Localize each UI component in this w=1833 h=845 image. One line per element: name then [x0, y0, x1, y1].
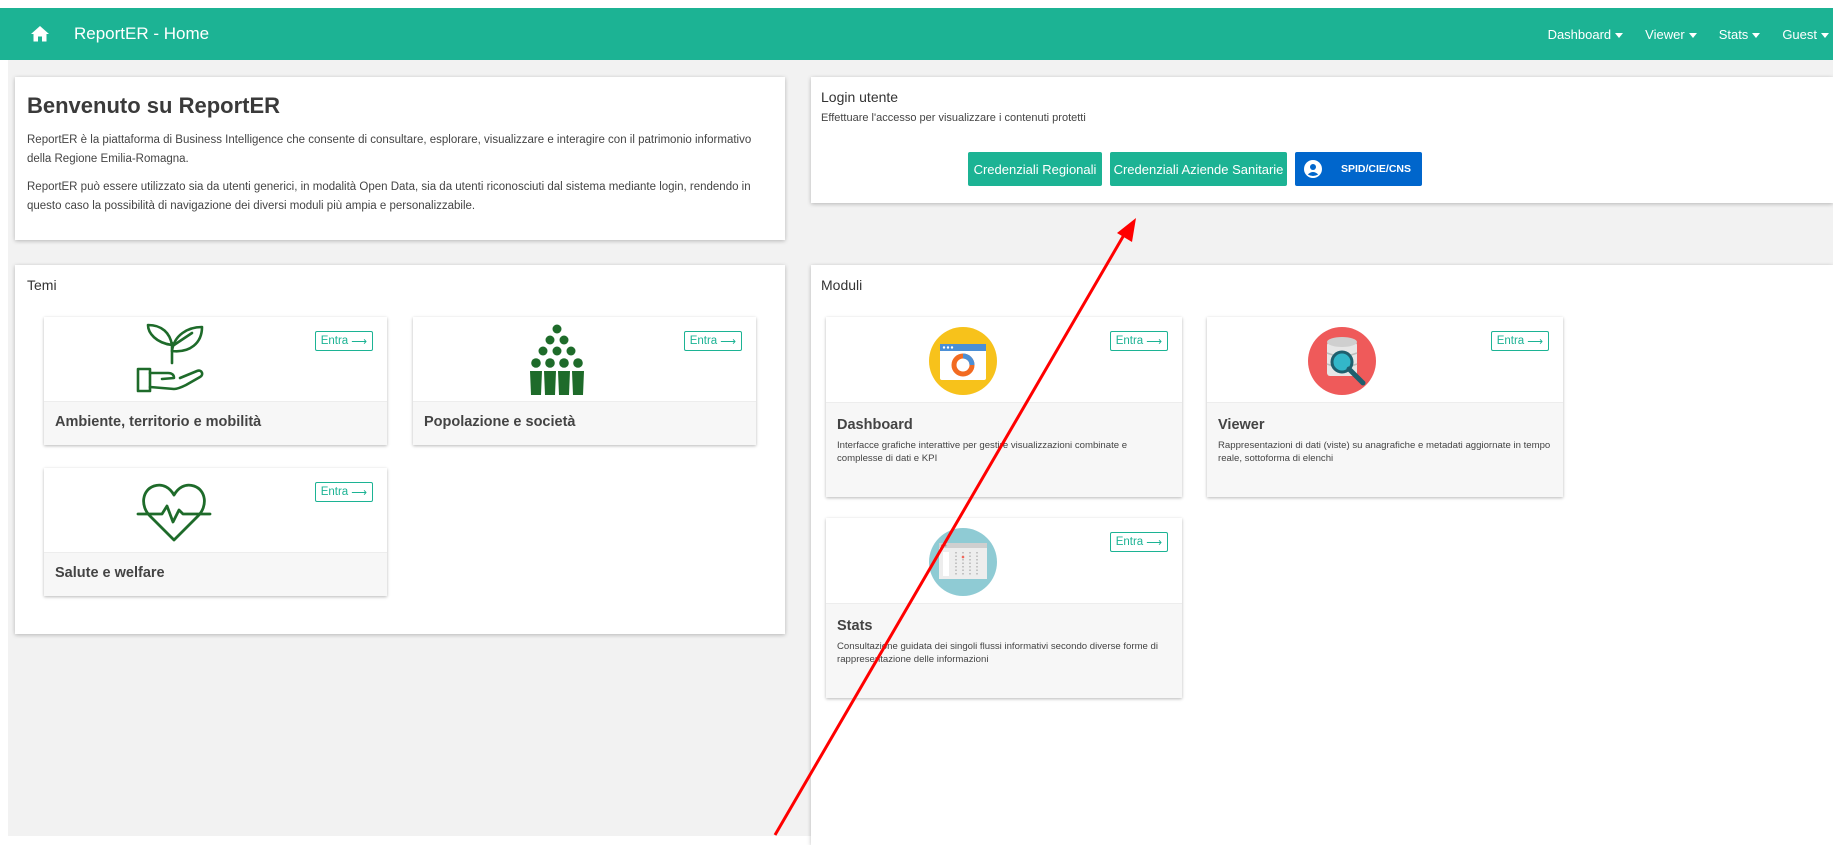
nav-guest-dropdown[interactable]: Guest — [1782, 27, 1829, 42]
card-title: Ambiente, territorio e mobilità — [55, 414, 262, 430]
entra-button[interactable]: Entra ⟶ — [314, 482, 373, 502]
button-label: Entra — [1496, 335, 1525, 347]
nav-dashboard-dropdown[interactable]: Dashboard — [1548, 27, 1624, 42]
button-label: Entra — [1115, 536, 1144, 548]
theme-card-popolazione[interactable]: Entra ⟶ Popolazione e società — [413, 317, 756, 445]
temi-title: Temi — [27, 277, 57, 293]
nav-stats-dropdown[interactable]: Stats — [1719, 27, 1761, 42]
home-icon[interactable] — [30, 24, 50, 44]
nav-menu: Dashboard Viewer Stats Guest — [1548, 8, 1833, 60]
credenziali-aziende-sanitarie-button[interactable]: Credenziali Aziende Sanitarie — [1110, 152, 1287, 186]
login-title: Login utente — [821, 89, 899, 105]
button-label: Entra — [1115, 335, 1144, 347]
card-footer: Popolazione e società — [413, 401, 756, 445]
entra-button[interactable]: Entra ⟶ — [1109, 532, 1168, 552]
moduli-title: Moduli — [821, 277, 863, 293]
nav-label: Viewer — [1645, 26, 1685, 42]
login-subtitle: Effettuare l'accesso per visualizzare i … — [821, 112, 1086, 124]
card-description: Rappresentazioni di dati (viste) su anag… — [1218, 440, 1551, 464]
welcome-paragraph-2: ReportER può essere utilizzato sia da ut… — [27, 181, 751, 212]
login-panel: Login utente Effettuare l'accesso per vi… — [811, 77, 1833, 203]
button-label: Credenziali Aziende Sanitarie — [1113, 161, 1284, 177]
people-group-icon — [530, 324, 584, 395]
nav-label: Stats — [1718, 26, 1749, 42]
button-label: Entra — [320, 335, 349, 347]
arrow-right-icon: ⟶ — [720, 335, 736, 348]
card-footer: Viewer Rappresentazioni di dati (viste) … — [1207, 402, 1563, 497]
heart-pulse-icon — [136, 483, 212, 542]
entra-button[interactable]: Entra ⟶ — [683, 331, 742, 351]
caret-down-icon — [1688, 32, 1697, 38]
welcome-paragraph-1: ReportER è la piattaforma di Business In… — [27, 134, 752, 165]
card-footer: Salute e welfare — [44, 552, 387, 596]
top-navbar: ReportER - Home Dashboard Viewer Stats G… — [0, 8, 1833, 60]
module-card-viewer[interactable]: Entra ⟶ Viewer Rappresentazioni di dati (… — [1207, 317, 1563, 497]
nav-viewer-dropdown[interactable]: Viewer — [1645, 27, 1697, 42]
card-description: Interfacce grafiche interattive per gest… — [837, 440, 1128, 464]
arrow-right-icon: ⟶ — [1146, 536, 1162, 549]
arrow-right-icon: ⟶ — [351, 486, 367, 499]
stats-window-icon — [929, 528, 997, 596]
card-title: Popolazione e società — [424, 414, 576, 430]
spid-cie-cns-button[interactable]: SPID/CIE/CNS — [1295, 152, 1422, 186]
entra-button[interactable]: Entra ⟶ — [1490, 331, 1549, 351]
card-title: Dashboard — [837, 417, 913, 433]
arrow-right-icon: ⟶ — [351, 335, 367, 348]
button-label: SPID/CIE/CNS — [1341, 163, 1412, 175]
main-content: Benvenuto su ReportER ReportER è la piat… — [8, 60, 1833, 845]
welcome-panel: Benvenuto su ReportER ReportER è la piat… — [15, 77, 785, 240]
card-description: Consultazione guidata dei singoli flussi… — [837, 641, 1159, 665]
dashboard-chart-icon — [929, 327, 997, 395]
caret-down-icon — [1752, 32, 1761, 38]
module-card-dashboard[interactable]: Entra ⟶ Dashboard Interfacce grafiche int… — [826, 317, 1182, 497]
credenziali-regionali-button[interactable]: Credenziali Regionali — [968, 152, 1102, 186]
nav-label: Dashboard — [1547, 26, 1612, 42]
entra-button[interactable]: Entra ⟶ — [1109, 331, 1168, 351]
app-title[interactable]: ReportER - Home — [74, 24, 209, 44]
caret-down-icon — [1615, 32, 1624, 38]
database-search-icon — [1308, 327, 1376, 395]
module-card-stats[interactable]: Entra ⟶ Stats Consultazione guidata dei s… — [826, 518, 1182, 698]
plant-hand-icon — [136, 323, 204, 393]
arrow-right-icon: ⟶ — [1146, 335, 1162, 348]
button-label: Credenziali Regionali — [973, 161, 1097, 177]
card-title: Viewer — [1218, 417, 1265, 433]
button-label: Entra — [689, 335, 718, 347]
theme-card-salute[interactable]: Entra ⟶ Salute e welfare — [44, 468, 387, 596]
welcome-title: Benvenuto su ReportER — [27, 93, 281, 118]
moduli-panel: Moduli Entra ⟶ Dashboard Interfacce grafi… — [811, 265, 1833, 845]
temi-panel: Temi Entra ⟶ Ambiente, territorio e mobil… — [15, 265, 785, 634]
card-footer: Dashboard Interfacce grafiche interattiv… — [826, 402, 1182, 497]
theme-card-ambiente[interactable]: Entra ⟶ Ambiente, territorio e mobilità — [44, 317, 387, 445]
button-label: Entra — [320, 486, 349, 498]
user-circle-icon — [1304, 160, 1322, 178]
card-footer: Ambiente, territorio e mobilità — [44, 401, 387, 445]
arrow-right-icon: ⟶ — [1527, 335, 1543, 348]
card-title: Stats — [837, 618, 873, 634]
nav-label: Guest — [1782, 26, 1817, 42]
entra-button[interactable]: Entra ⟶ — [314, 331, 373, 351]
card-title: Salute e welfare — [55, 565, 165, 581]
caret-down-icon — [1821, 32, 1829, 38]
card-footer: Stats Consultazione guidata dei singoli … — [826, 603, 1182, 698]
